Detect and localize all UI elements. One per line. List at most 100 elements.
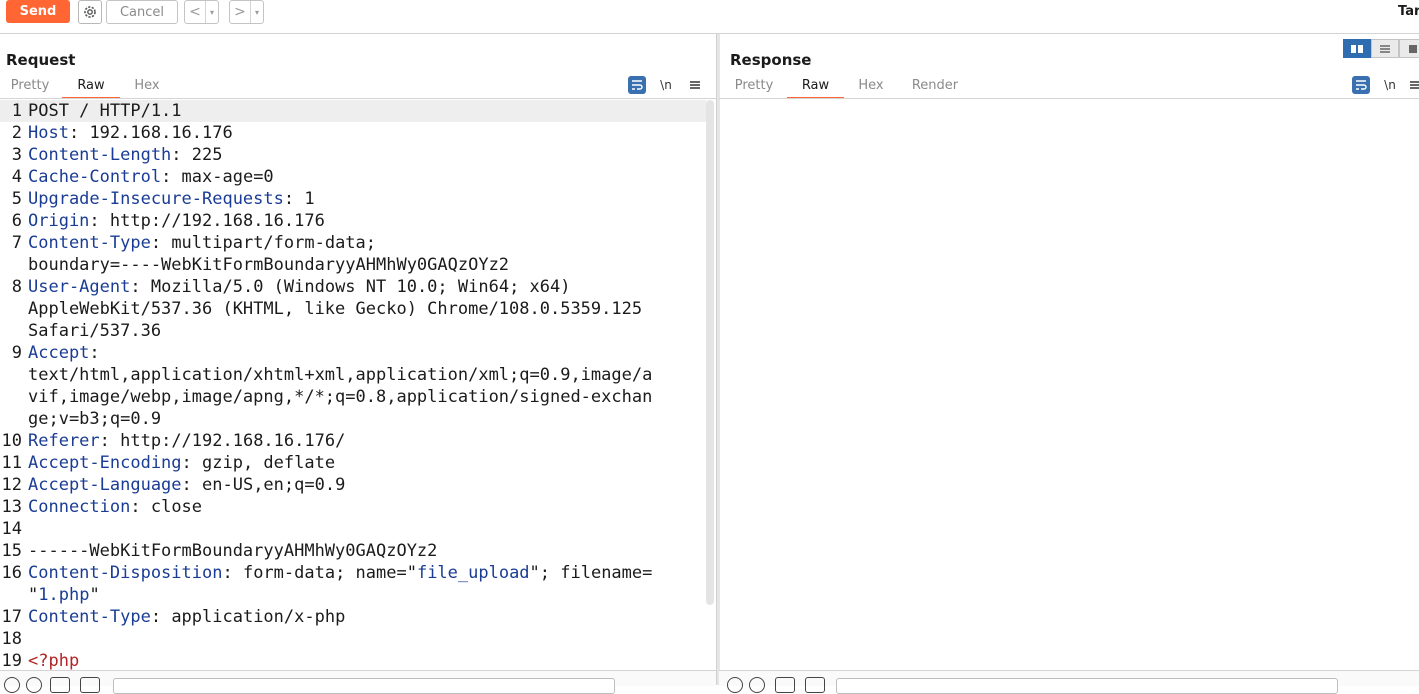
response-show-newlines-toggle[interactable]: \n: [1381, 76, 1399, 94]
editor-line[interactable]: 16 Content-Disposition: form-data; name="…: [0, 562, 706, 584]
line-content: Content-Type: multipart/form-data;: [28, 232, 376, 254]
editor-line[interactable]: 9 Accept:: [0, 342, 706, 364]
request-tabs-divider: [0, 98, 716, 99]
cancel-button[interactable]: Cancel: [106, 0, 178, 24]
wrap-lines-icon: [1356, 80, 1367, 90]
line-content: Content-Disposition: form-data; name="fi…: [28, 562, 652, 584]
header-value: gzip, deflate: [202, 453, 336, 473]
header-separator: :: [222, 563, 243, 583]
editor-line[interactable]: 7 Content-Type: multipart/form-data;: [0, 232, 706, 254]
editor-line[interactable]: 15 ------WebKitFormBoundaryyAHMhWy0GAQzOY…: [0, 540, 706, 562]
target-label[interactable]: Tar: [1398, 4, 1419, 19]
next-match-button[interactable]: [80, 677, 100, 693]
response-editor[interactable]: [719, 100, 1419, 670]
back-history-dropdown[interactable]: ▾: [205, 1, 218, 23]
editor-line[interactable]: 19 <?php: [0, 650, 706, 671]
line-content: ------WebKitFormBoundaryyAHMhWy0GAQzOYz2: [28, 540, 437, 562]
line-content: User-Agent: Mozilla/5.0 (Windows NT 10.0…: [28, 276, 570, 298]
header-value: close: [150, 497, 203, 517]
tab-request-raw[interactable]: Raw: [62, 77, 120, 99]
header-value: en-US,en;q=0.9: [202, 475, 346, 495]
line-number: 3: [11, 145, 22, 165]
hamburger-menu-icon: [690, 81, 700, 89]
tab-response-render[interactable]: Render: [906, 77, 964, 97]
line-content: "1.php": [28, 584, 100, 606]
line-content: Accept-Language: en-US,en;q=0.9: [28, 474, 345, 496]
help-icon[interactable]: [727, 677, 743, 693]
editor-line[interactable]: 6 Origin: http://192.168.16.176: [0, 210, 706, 232]
tab-response-hex[interactable]: Hex: [852, 77, 890, 97]
editor-line[interactable]: 4 Cache-Control: max-age=0: [0, 166, 706, 188]
editor-line[interactable]: 12 Accept-Language: en-US,en;q=0.9: [0, 474, 706, 496]
header-name: Accept-Encoding: [28, 453, 182, 473]
header-value: 1: [304, 189, 315, 209]
help-icon[interactable]: [4, 677, 20, 693]
editor-line[interactable]: text/html,application/xhtml+xml,applicat…: [0, 364, 706, 386]
tab-request-hex[interactable]: Hex: [128, 77, 166, 97]
layout-tabs-button[interactable]: [1399, 39, 1419, 58]
settings-gear-button[interactable]: [78, 0, 102, 24]
editor-line[interactable]: 17 Content-Type: application/x-php: [0, 606, 706, 628]
previous-match-button[interactable]: [50, 677, 70, 693]
header-separator: :: [181, 475, 203, 495]
tab-response-raw[interactable]: Raw: [787, 77, 844, 99]
response-search-input[interactable]: [836, 678, 1338, 694]
editor-line[interactable]: 13 Connection: close: [0, 496, 706, 518]
header-value: POST / HTTP/1.1: [28, 101, 182, 121]
previous-match-button[interactable]: [775, 677, 795, 693]
next-match-button[interactable]: [805, 677, 825, 693]
editor-line[interactable]: vif,image/webp,image/apng,*/*;q=0.8,appl…: [0, 386, 706, 408]
forward-history-dropdown[interactable]: ▾: [250, 1, 263, 23]
request-editor-scrollbar[interactable]: [706, 100, 714, 605]
editor-line[interactable]: boundary=----WebKitFormBoundaryyAHMhWy0G…: [0, 254, 706, 276]
word-wrap-toggle[interactable]: [628, 76, 646, 94]
line-number: 15: [1, 541, 22, 561]
show-newlines-toggle[interactable]: \n: [657, 76, 675, 94]
header-value: ge;v=b3;q=0.9: [28, 409, 162, 429]
editor-line[interactable]: 18: [0, 628, 706, 650]
request-search-input[interactable]: [113, 678, 615, 694]
editor-line[interactable]: Safari/537.36: [0, 320, 706, 342]
editor-line[interactable]: 10 Referer: http://192.168.16.176/: [0, 430, 706, 452]
editor-line[interactable]: 1 POST / HTTP/1.1: [0, 100, 706, 122]
line-number: 18: [1, 629, 22, 649]
search-settings-gear-icon[interactable]: [26, 677, 42, 693]
header-value: ------WebKitFormBoundaryyAHMhWy0GAQzOYz2: [28, 541, 438, 561]
editor-line[interactable]: 14: [0, 518, 706, 540]
header-value: Safari/537.36: [28, 321, 162, 341]
editor-line[interactable]: 2 Host: 192.168.16.176: [0, 122, 706, 144]
layout-side-by-side-button[interactable]: [1343, 39, 1371, 58]
editor-line[interactable]: "1.php": [0, 584, 706, 606]
line-number: 19: [1, 651, 22, 671]
line-content: Cache-Control: max-age=0: [28, 166, 274, 188]
back-history-button[interactable]: < ▾: [184, 0, 219, 24]
request-menu-button[interactable]: [686, 76, 704, 94]
header-separator: :: [130, 497, 151, 517]
tab-response-pretty[interactable]: Pretty: [730, 77, 778, 97]
line-number: 17: [1, 607, 22, 627]
header-value: http://192.168.16.176/: [120, 431, 346, 451]
search-settings-gear-icon[interactable]: [749, 677, 765, 693]
editor-line[interactable]: 8 User-Agent: Mozilla/5.0 (Windows NT 10.…: [0, 276, 706, 298]
response-tabs-divider: [719, 98, 1419, 99]
header-value: max-age=0: [181, 167, 274, 187]
editor-line[interactable]: ge;v=b3;q=0.9: [0, 408, 706, 430]
line-content: AppleWebKit/537.36 (KHTML, like Gecko) C…: [28, 298, 642, 320]
line-content: Content-Length: 225: [28, 144, 223, 166]
editor-line[interactable]: 5 Upgrade-Insecure-Requests: 1: [0, 188, 706, 210]
editor-line[interactable]: AppleWebKit/537.36 (KHTML, like Gecko) C…: [0, 298, 706, 320]
editor-line[interactable]: 3 Content-Length: 225: [0, 144, 706, 166]
header-value: ": [28, 585, 39, 605]
response-menu-button[interactable]: [1405, 76, 1419, 94]
tab-request-pretty[interactable]: Pretty: [6, 77, 54, 97]
header-separator: :: [150, 607, 172, 627]
editor-line[interactable]: 11 Accept-Encoding: gzip, deflate: [0, 452, 706, 474]
request-editor[interactable]: 1 POST / HTTP/1.1 2 Host: 192.168.16.176 3 Co…: [0, 100, 716, 671]
quoted-value: file_upload: [416, 563, 530, 583]
columns-icon: [1351, 44, 1363, 53]
response-word-wrap-toggle[interactable]: [1352, 76, 1370, 94]
header-name: Content-Disposition: [28, 563, 223, 583]
layout-stacked-button[interactable]: [1371, 39, 1399, 58]
send-button[interactable]: Send: [6, 0, 70, 23]
forward-history-button[interactable]: > ▾: [229, 0, 264, 24]
